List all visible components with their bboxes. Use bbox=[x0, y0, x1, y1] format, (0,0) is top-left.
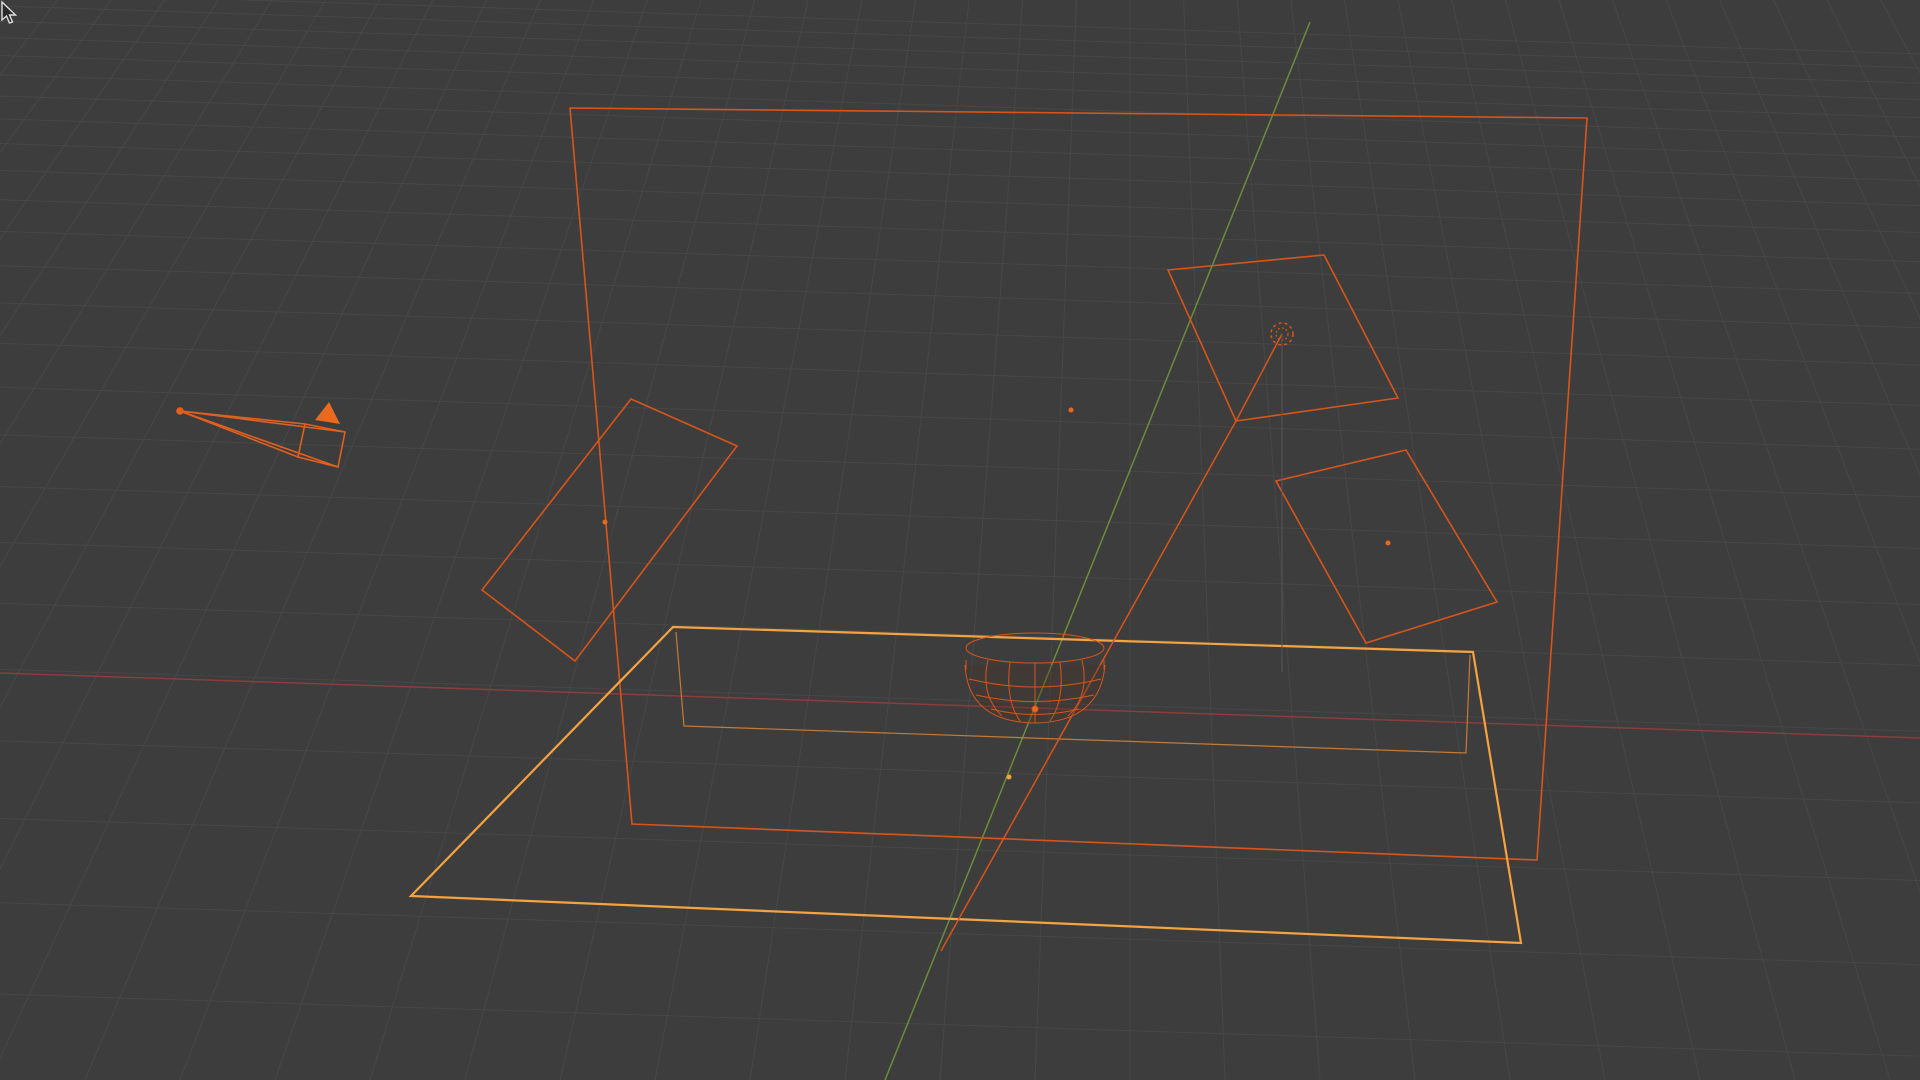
camera-object[interactable] bbox=[176, 402, 346, 468]
x-axis-line bbox=[0, 672, 1920, 739]
floor-origin bbox=[1006, 774, 1012, 780]
area-light-bottom-right[interactable] bbox=[1274, 449, 1499, 644]
backdrop-plane[interactable] bbox=[569, 107, 1588, 861]
area-light-bottom-right-origin bbox=[1385, 540, 1391, 546]
area-light-left[interactable] bbox=[480, 398, 739, 663]
3d-viewport[interactable] bbox=[0, 0, 1920, 1080]
mouse-pointer-icon bbox=[1, 0, 18, 24]
area-light-top-right[interactable] bbox=[1166, 254, 1400, 422]
area-light-left-origin bbox=[602, 519, 608, 525]
viewport-canvas[interactable] bbox=[0, 0, 1920, 1080]
empty-origin[interactable] bbox=[1068, 407, 1074, 413]
